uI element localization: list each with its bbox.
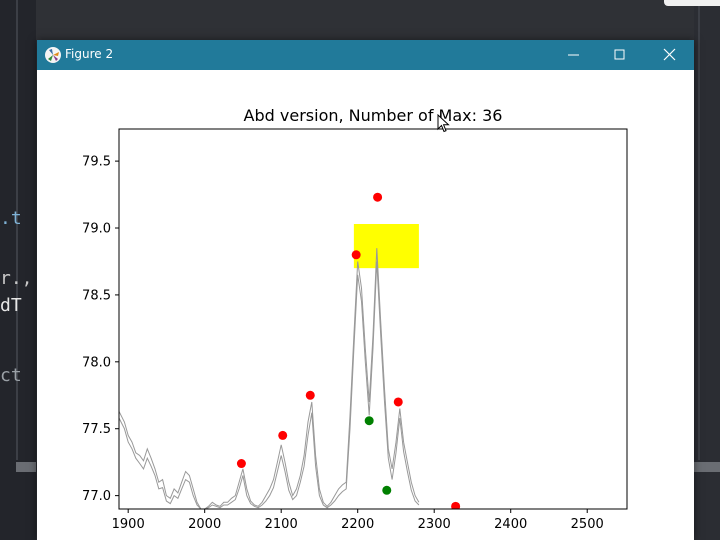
x-tick-label: 2100 — [265, 517, 298, 532]
panel-divider — [698, 0, 700, 460]
y-tick-label: 77.5 — [82, 422, 111, 437]
background-right-panel — [664, 0, 720, 540]
window-titlebar[interactable]: Figure 2 — [37, 40, 694, 70]
x-tick-label: 1900 — [112, 517, 145, 532]
code-fragment: ct — [0, 365, 22, 386]
maximum-point — [236, 459, 246, 469]
y-tick-label: 78.0 — [82, 355, 111, 370]
window-title: Figure 2 — [65, 47, 114, 61]
code-fragment: dT — [0, 295, 22, 316]
figure-window: Figure 2 Abd version, Number of Max: 36 … — [37, 40, 694, 540]
plot-area — [119, 192, 461, 509]
y-axis: 77.0 77.5 78.0 78.5 79.0 79.5 — [82, 155, 119, 504]
x-tick-label: 2500 — [571, 517, 604, 532]
editor-scrollbar[interactable] — [16, 462, 36, 472]
y-tick-label: 79.0 — [82, 222, 111, 237]
series-line-2 — [119, 261, 420, 509]
highlight-rectangle — [353, 224, 419, 269]
editor-gutter-line — [16, 0, 18, 460]
minimum-point — [382, 485, 392, 495]
axes-frame — [118, 128, 628, 510]
maximum-point — [373, 192, 383, 202]
minimize-button[interactable] — [551, 40, 597, 70]
y-tick-label: 77.0 — [82, 489, 111, 504]
minimize-icon — [568, 54, 579, 56]
code-fragment: .t — [0, 208, 22, 229]
y-tick-label: 79.5 — [82, 155, 111, 170]
x-tick-label: 2200 — [341, 517, 374, 532]
x-tick-label: 2000 — [188, 517, 221, 532]
x-axis: 1900 2000 2100 2200 2300 2400 2500 — [112, 509, 604, 532]
background-code-editor: .t r., dT ct — [0, 0, 36, 540]
matplotlib-app-icon — [45, 47, 61, 63]
maximum-point — [351, 250, 361, 260]
panel-scrollbar[interactable] — [694, 462, 720, 472]
x-tick-label: 2400 — [494, 517, 527, 532]
maximum-point — [393, 397, 403, 407]
chart-title: Abd version, Number of Max: 36 — [244, 106, 503, 125]
x-tick-label: 2300 — [418, 517, 451, 532]
maximum-point — [278, 430, 288, 440]
chart-canvas[interactable]: Abd version, Number of Max: 36 1900 2000 2… — [37, 70, 694, 540]
mouse-cursor-icon — [437, 114, 450, 133]
close-button[interactable] — [647, 40, 693, 70]
code-fragment: r., — [0, 268, 33, 289]
background-window-strip — [0, 0, 720, 40]
background-popup — [664, 0, 720, 6]
maximize-icon — [614, 49, 625, 60]
maximize-button[interactable] — [597, 40, 643, 70]
minimum-point — [364, 416, 374, 426]
close-icon — [663, 48, 676, 61]
series-line-1 — [119, 248, 420, 509]
y-tick-label: 78.5 — [82, 288, 111, 303]
maximum-point — [305, 390, 315, 400]
